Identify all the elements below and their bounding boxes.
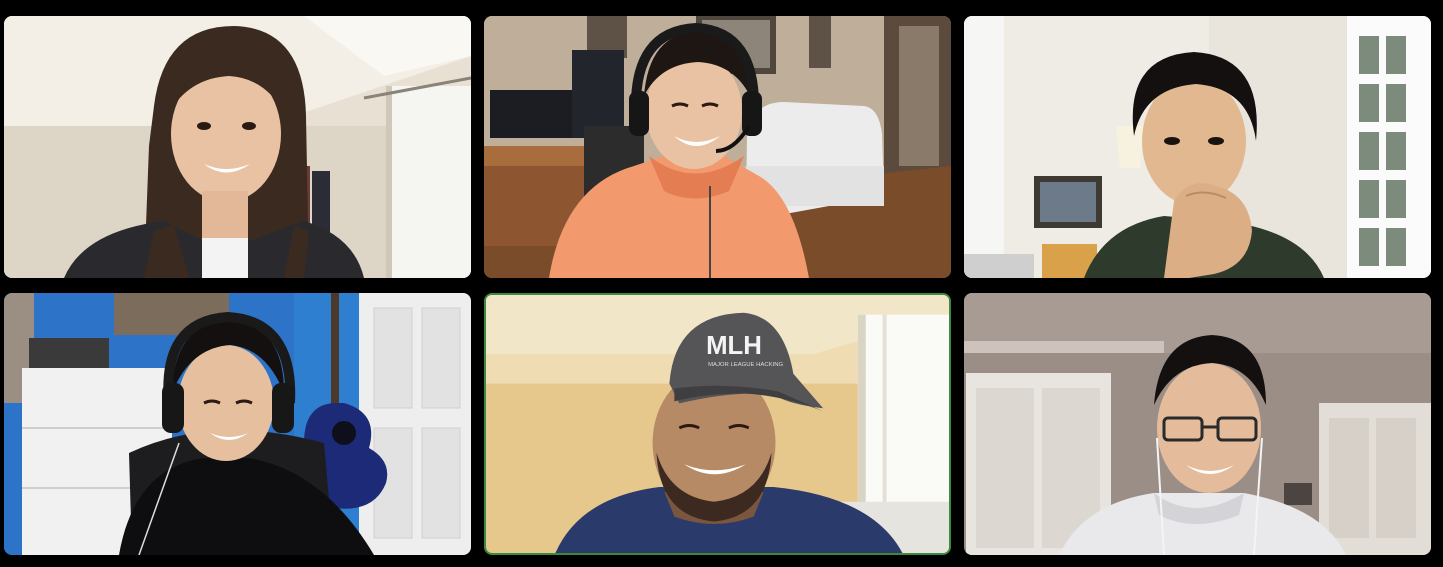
participant-video-tile-4[interactable] (4, 293, 471, 555)
participant-video-tile-6[interactable] (964, 293, 1431, 555)
participant-video-4 (4, 293, 471, 555)
participant-video-1 (4, 16, 471, 278)
participant-video-3 (964, 16, 1431, 278)
cap-logo-text: MLH (706, 332, 762, 360)
participant-video-tile-5[interactable]: MLH MAJOR LEAGUE HACKING (484, 293, 951, 555)
participant-video-5: MLH MAJOR LEAGUE HACKING (486, 295, 949, 553)
video-gallery: MLH MAJOR LEAGUE HACKING (0, 0, 1443, 567)
participant-video-tile-1[interactable] (4, 16, 471, 278)
participant-video-2 (484, 16, 951, 278)
participant-video-tile-3[interactable] (964, 16, 1431, 278)
participant-video-tile-2[interactable] (484, 16, 951, 278)
participant-video-6 (964, 293, 1431, 555)
cap-tagline-text: MAJOR LEAGUE HACKING (708, 362, 783, 368)
